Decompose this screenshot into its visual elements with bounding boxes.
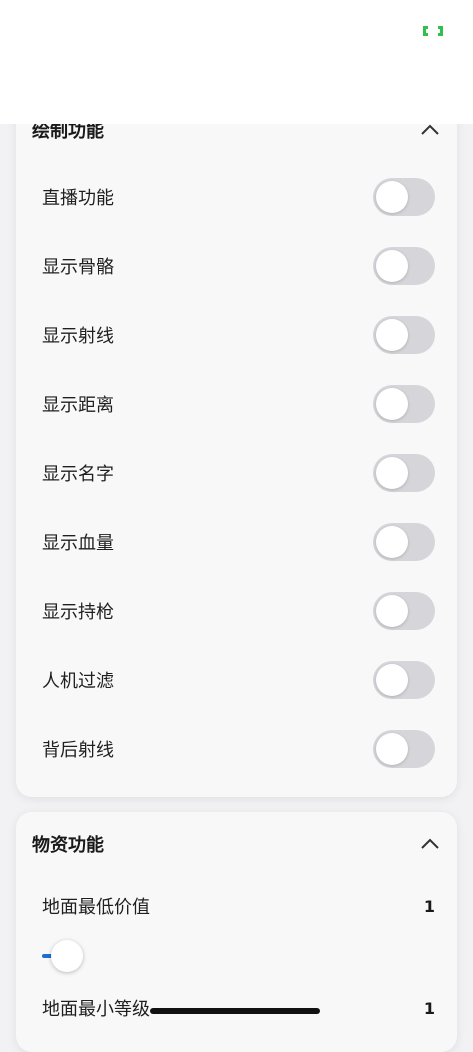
chevron-up-icon[interactable] bbox=[419, 833, 441, 855]
toggle-row-ray[interactable]: 显示射线 bbox=[42, 315, 435, 355]
live-toggle[interactable] bbox=[373, 178, 435, 216]
toggle-knob bbox=[376, 595, 408, 627]
toggle-knob bbox=[376, 733, 408, 765]
row-label: 直播功能 bbox=[42, 188, 114, 209]
toggle-knob bbox=[376, 319, 408, 351]
toggle-row-distance[interactable]: 显示距离 bbox=[42, 384, 435, 424]
row-label: 显示名字 bbox=[42, 464, 114, 485]
toggle-knob bbox=[376, 664, 408, 696]
toggle-row-back-ray[interactable]: 背后射线 bbox=[42, 729, 435, 769]
setting-value: 1 bbox=[423, 896, 435, 916]
section-title: 物资功能 bbox=[32, 835, 104, 856]
toggle-row-live[interactable]: 直播功能 bbox=[42, 177, 435, 217]
toggle-row-bot-filter[interactable]: 人机过滤 bbox=[42, 660, 435, 700]
back-ray-toggle[interactable] bbox=[373, 730, 435, 768]
top-bar bbox=[0, 0, 473, 124]
bracket-indicator-icon bbox=[423, 26, 443, 36]
row-label: 地面最小等级 bbox=[42, 999, 150, 1020]
distance-toggle[interactable] bbox=[373, 385, 435, 423]
toggle-knob bbox=[376, 181, 408, 213]
slider-thumb[interactable] bbox=[51, 940, 83, 972]
toggle-row-skeleton[interactable]: 显示骨骼 bbox=[42, 246, 435, 286]
toggle-row-weapon[interactable]: 显示持枪 bbox=[42, 591, 435, 631]
setting-value: 1 bbox=[423, 998, 435, 1018]
ray-toggle[interactable] bbox=[373, 316, 435, 354]
toggle-knob bbox=[376, 526, 408, 558]
row-label: 显示持枪 bbox=[42, 602, 114, 623]
health-toggle[interactable] bbox=[373, 523, 435, 561]
toggle-knob bbox=[376, 457, 408, 489]
row-label: 显示射线 bbox=[42, 326, 114, 347]
row-label: 背后射线 bbox=[42, 740, 114, 761]
bot-filter-toggle[interactable] bbox=[373, 661, 435, 699]
home-indicator bbox=[150, 1008, 320, 1014]
min-value-slider[interactable] bbox=[42, 936, 412, 976]
items-section-header[interactable]: 物资功能 bbox=[32, 824, 441, 864]
toggle-knob bbox=[376, 388, 408, 420]
row-label: 显示距离 bbox=[42, 395, 114, 416]
skeleton-toggle[interactable] bbox=[373, 247, 435, 285]
row-label: 地面最低价值 bbox=[42, 897, 150, 918]
toggle-row-health[interactable]: 显示血量 bbox=[42, 522, 435, 562]
setting-row-min-value: 地面最低价值 1 bbox=[42, 886, 435, 926]
drawing-features-card: 绘制功能 直播功能 显示骨骼 显示射线 显示距离 显示名字 显示血量 显示持枪 … bbox=[16, 100, 457, 797]
row-label: 显示骨骼 bbox=[42, 257, 114, 278]
toggle-knob bbox=[376, 250, 408, 282]
row-label: 人机过滤 bbox=[42, 671, 114, 692]
toggle-row-name[interactable]: 显示名字 bbox=[42, 453, 435, 493]
weapon-toggle[interactable] bbox=[373, 592, 435, 630]
row-label: 显示血量 bbox=[42, 533, 114, 554]
name-toggle[interactable] bbox=[373, 454, 435, 492]
item-features-card: 物资功能 地面最低价值 1 地面最小等级 1 bbox=[16, 812, 457, 1052]
